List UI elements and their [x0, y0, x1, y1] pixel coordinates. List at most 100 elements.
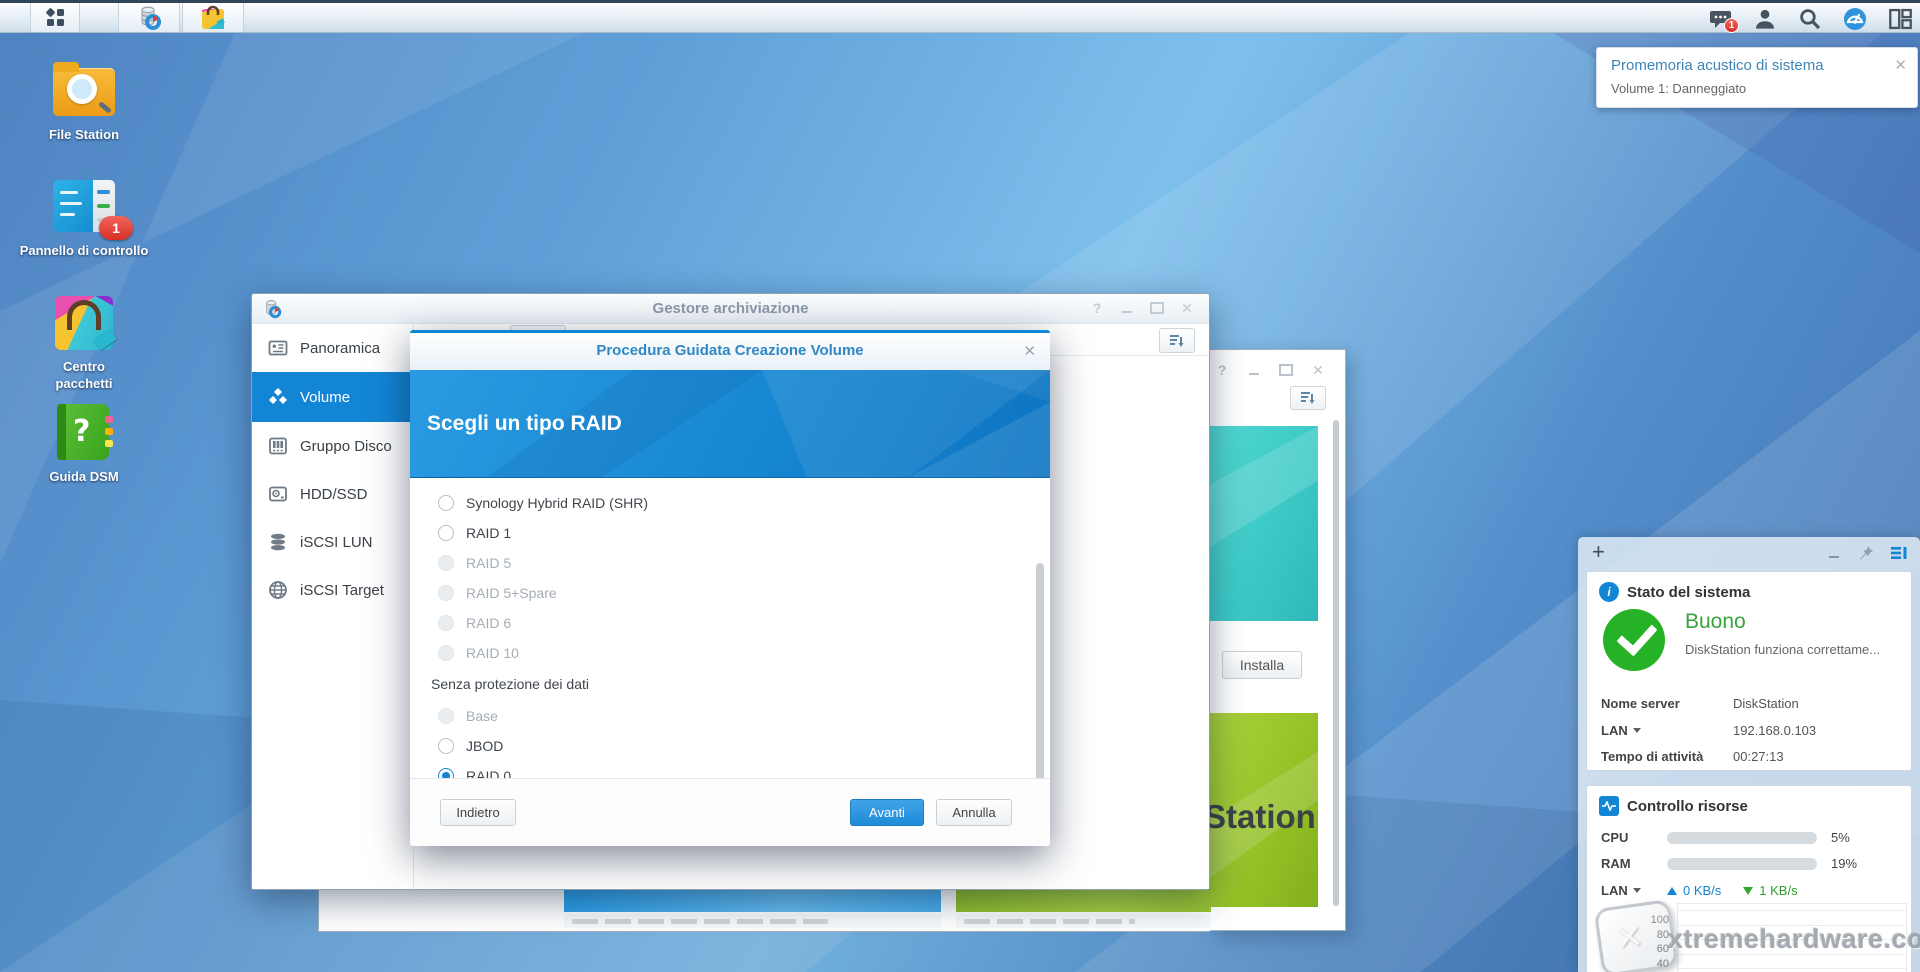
next-button[interactable]: Avanti: [850, 799, 924, 826]
storage-manager-icon: [136, 5, 162, 31]
window-controls: [1089, 300, 1195, 316]
ram-meter: RAM 19%: [1601, 856, 1897, 871]
minimize-icon[interactable]: [1826, 545, 1842, 561]
maximize-icon[interactable]: [1149, 300, 1165, 316]
search-button[interactable]: [1798, 7, 1822, 31]
close-icon[interactable]: [1310, 362, 1326, 378]
taskbar-storage-manager-button[interactable]: [118, 3, 180, 32]
cancel-button[interactable]: Annulla: [936, 799, 1012, 826]
package-center-icon: [200, 5, 226, 31]
window-title: Gestore archiviazione: [252, 300, 1209, 317]
wizard-body: Synology Hybrid RAID (SHR) RAID 1 RAID 5…: [410, 478, 1050, 778]
package-banner-green-2: [956, 890, 1211, 912]
ram-progressbar: [1667, 858, 1817, 870]
sidebar-item-label: iSCSI Target: [300, 582, 384, 599]
raid-option-label: RAID 6: [466, 615, 511, 631]
upload-arrow-icon: [1667, 887, 1677, 895]
sidebar-item-iscsi-lun[interactable]: iSCSI LUN: [252, 518, 413, 566]
main-menu-button[interactable]: [30, 3, 80, 32]
taskbar-package-center-button[interactable]: [182, 3, 244, 32]
sidebar-item-hdd-ssd[interactable]: HDD/SSD: [252, 470, 413, 518]
window-titlebar[interactable]: Gestore archiviazione: [252, 294, 1209, 324]
dialog-scrollbar[interactable]: [1036, 563, 1044, 793]
raid-option-shr[interactable]: Synology Hybrid RAID (SHR): [438, 491, 648, 515]
search-icon: [1799, 8, 1821, 30]
sidebar-item-gruppo-disco[interactable]: Gruppo Disco: [252, 422, 413, 470]
dialog-header[interactable]: Procedura Guidata Creazione Volume ✕: [410, 333, 1050, 370]
sidebar-item-iscsi-target[interactable]: iSCSI Target: [252, 566, 413, 614]
minimize-icon[interactable]: [1246, 362, 1262, 378]
y-tick: 40: [1639, 958, 1669, 970]
package-banner-blue: [564, 890, 941, 912]
maximize-icon[interactable]: [1278, 362, 1294, 378]
raid-option-jbod[interactable]: JBOD: [438, 734, 503, 758]
status-text: Buono: [1685, 610, 1746, 634]
status-row-lan: LAN 192.168.0.103: [1601, 723, 1897, 738]
pin-icon[interactable]: [1858, 545, 1874, 561]
user-menu-button[interactable]: [1753, 7, 1777, 31]
close-icon[interactable]: [1179, 300, 1195, 316]
package-center-window-controls: [1214, 362, 1326, 378]
raid-option-label: RAID 5+Spare: [466, 585, 557, 601]
package-center-window-right-edge: Installa Station: [1210, 349, 1346, 931]
status-row-server: Nome server DiskStation: [1601, 696, 1897, 711]
radio-icon[interactable]: [438, 738, 454, 754]
package-center-scrollbar[interactable]: [1333, 420, 1339, 906]
package-center-window-bottom-edge: [318, 890, 1210, 932]
lan-dropdown[interactable]: LAN: [1601, 723, 1733, 738]
target-globe-icon: [268, 580, 288, 600]
desktop-icon-label: Centro pacchetti: [9, 358, 159, 392]
package-center-icon: [51, 292, 117, 352]
close-icon[interactable]: ✕: [1023, 342, 1036, 360]
widgets-icon: [1889, 8, 1912, 30]
lan-meter: LAN 0 KB/s 1 KB/s: [1601, 883, 1897, 898]
raid-option-label: Synology Hybrid RAID (SHR): [466, 495, 648, 511]
help-icon[interactable]: [1089, 300, 1105, 316]
close-icon[interactable]: ✕: [1894, 56, 1907, 74]
notification-title: Promemoria acustico di sistema: [1611, 57, 1824, 74]
widgets-button[interactable]: [1888, 7, 1912, 31]
radio-icon[interactable]: [438, 525, 454, 541]
raid-option-label: JBOD: [466, 738, 503, 754]
back-button[interactable]: Indietro: [440, 799, 516, 826]
raid-option-label: RAID 1: [466, 525, 511, 541]
info-shield-icon: i: [1599, 582, 1619, 602]
install-button[interactable]: Installa: [1222, 651, 1302, 679]
desktop-icon-control-panel[interactable]: 1 Pannello di controllo: [9, 176, 159, 259]
sidebar-item-panoramica[interactable]: Panoramica: [252, 324, 413, 372]
dsm-help-icon: ?: [51, 402, 117, 462]
sidebar-item-volume[interactable]: Volume: [252, 372, 413, 422]
minimize-icon[interactable]: [1119, 300, 1135, 316]
desktop-icon-package-center[interactable]: Centro pacchetti: [9, 292, 159, 392]
add-widget-button[interactable]: +: [1592, 541, 1605, 563]
notification-toast: Promemoria acustico di sistema Volume 1:…: [1596, 47, 1918, 108]
sort-button[interactable]: [1159, 328, 1195, 353]
download-arrow-icon: [1743, 887, 1753, 895]
panel-settings-icon[interactable]: [1890, 545, 1908, 561]
volume-icon: [268, 387, 288, 407]
desktop-icon-dsm-help[interactable]: ? Guida DSM: [9, 402, 159, 485]
control-panel-badge: 1: [99, 216, 133, 240]
radio-icon: [438, 585, 454, 601]
package-caption: [956, 914, 1211, 928]
sidebar-item-label: HDD/SSD: [300, 486, 368, 503]
help-icon[interactable]: [1214, 362, 1230, 378]
radio-icon: [438, 708, 454, 724]
desktop-icon-file-station[interactable]: File Station: [9, 60, 159, 143]
sort-button[interactable]: [1290, 386, 1326, 410]
system-health-button[interactable]: [1843, 7, 1867, 31]
user-icon: [1754, 8, 1776, 30]
radio-icon[interactable]: [438, 495, 454, 511]
system-status-card: i Stato del sistema Buono DiskStation fu…: [1586, 571, 1912, 771]
raid-option-label: RAID 5: [466, 555, 511, 571]
notifications-button[interactable]: 1: [1708, 7, 1732, 31]
raid-option-raid10: RAID 10: [438, 641, 519, 665]
widget-panel: + i Stato del sistema Buono DiskStation …: [1578, 537, 1920, 972]
raid-option-raid1[interactable]: RAID 1: [438, 521, 511, 545]
lan-dropdown[interactable]: LAN: [1601, 883, 1667, 898]
resource-monitor-title: Controllo risorse: [1627, 798, 1748, 815]
lun-icon: [268, 532, 288, 552]
desktop-icon-label: Guida DSM: [9, 468, 159, 485]
sidebar-item-label: Panoramica: [300, 340, 380, 357]
status-ok-icon: [1603, 609, 1665, 671]
